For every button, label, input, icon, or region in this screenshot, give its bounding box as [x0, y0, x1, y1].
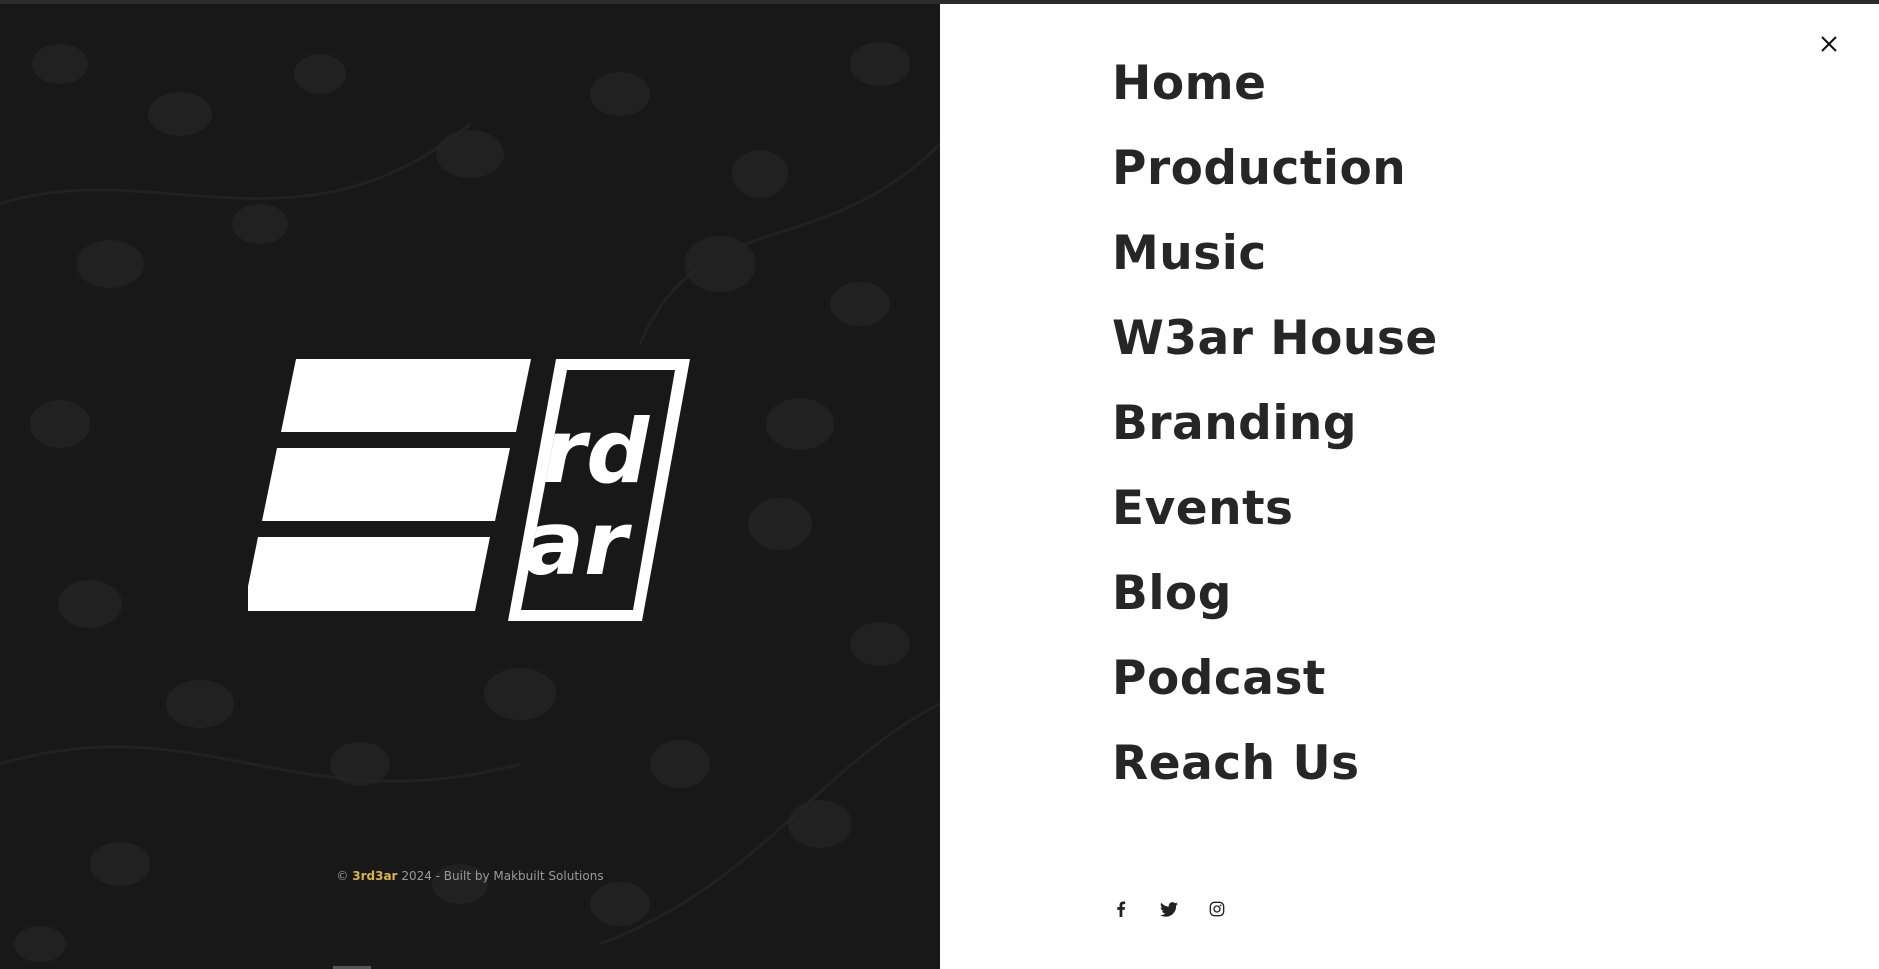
nav-item-events: Events: [1112, 466, 1438, 551]
nav-item-home: Home: [1112, 41, 1438, 126]
nav-item-production: Production: [1112, 126, 1438, 211]
menu-overlay: Home Production Music W3ar House Brandin…: [940, 4, 1879, 969]
twitter-link[interactable]: [1160, 900, 1178, 918]
main-nav-menu: Home Production Music W3ar House Brandin…: [1112, 41, 1438, 806]
nav-link-production[interactable]: Production: [1112, 141, 1406, 196]
facebook-icon: [1117, 901, 1126, 917]
nav-item-podcast: Podcast: [1112, 636, 1438, 721]
footer-credit: © 3rd3ar 2024 - Built by Makbuilt Soluti…: [0, 869, 940, 883]
copyright-symbol: ©: [336, 869, 349, 883]
footer-credit-text: 2024 - Built by Makbuilt Solutions: [401, 869, 604, 883]
nav-item-blog: Blog: [1112, 551, 1438, 636]
nav-item-reach-us: Reach Us: [1112, 721, 1438, 806]
close-menu-button[interactable]: [1817, 32, 1841, 56]
3rd3ar-logo: rd ar: [248, 359, 690, 621]
instagram-link[interactable]: [1208, 900, 1226, 918]
nav-link-music[interactable]: Music: [1112, 226, 1267, 281]
nav-link-reach-us[interactable]: Reach Us: [1112, 736, 1360, 791]
nav-link-podcast[interactable]: Podcast: [1112, 651, 1326, 706]
nav-link-home[interactable]: Home: [1112, 56, 1266, 111]
close-icon: [1821, 36, 1837, 52]
app-frame: rd ar © 3rd3ar 2024 - Built by Makbuilt …: [0, 0, 1879, 969]
nav-link-events[interactable]: Events: [1112, 481, 1294, 536]
twitter-icon: [1160, 901, 1178, 917]
social-links: [1112, 900, 1226, 918]
nav-item-w3ar-house: W3ar House: [1112, 296, 1438, 381]
instagram-icon: [1209, 901, 1225, 917]
nav-item-branding: Branding: [1112, 381, 1438, 466]
nav-link-blog[interactable]: Blog: [1112, 566, 1232, 621]
facebook-link[interactable]: [1112, 900, 1130, 918]
hero-panel: rd ar © 3rd3ar 2024 - Built by Makbuilt …: [0, 4, 940, 969]
nav-item-music: Music: [1112, 211, 1438, 296]
footer-brand-link[interactable]: 3rd3ar: [352, 869, 397, 883]
nav-link-branding[interactable]: Branding: [1112, 396, 1357, 451]
svg-text:ar: ar: [525, 492, 632, 595]
svg-text:rd: rd: [543, 400, 650, 503]
nav-link-w3ar-house[interactable]: W3ar House: [1112, 311, 1438, 366]
